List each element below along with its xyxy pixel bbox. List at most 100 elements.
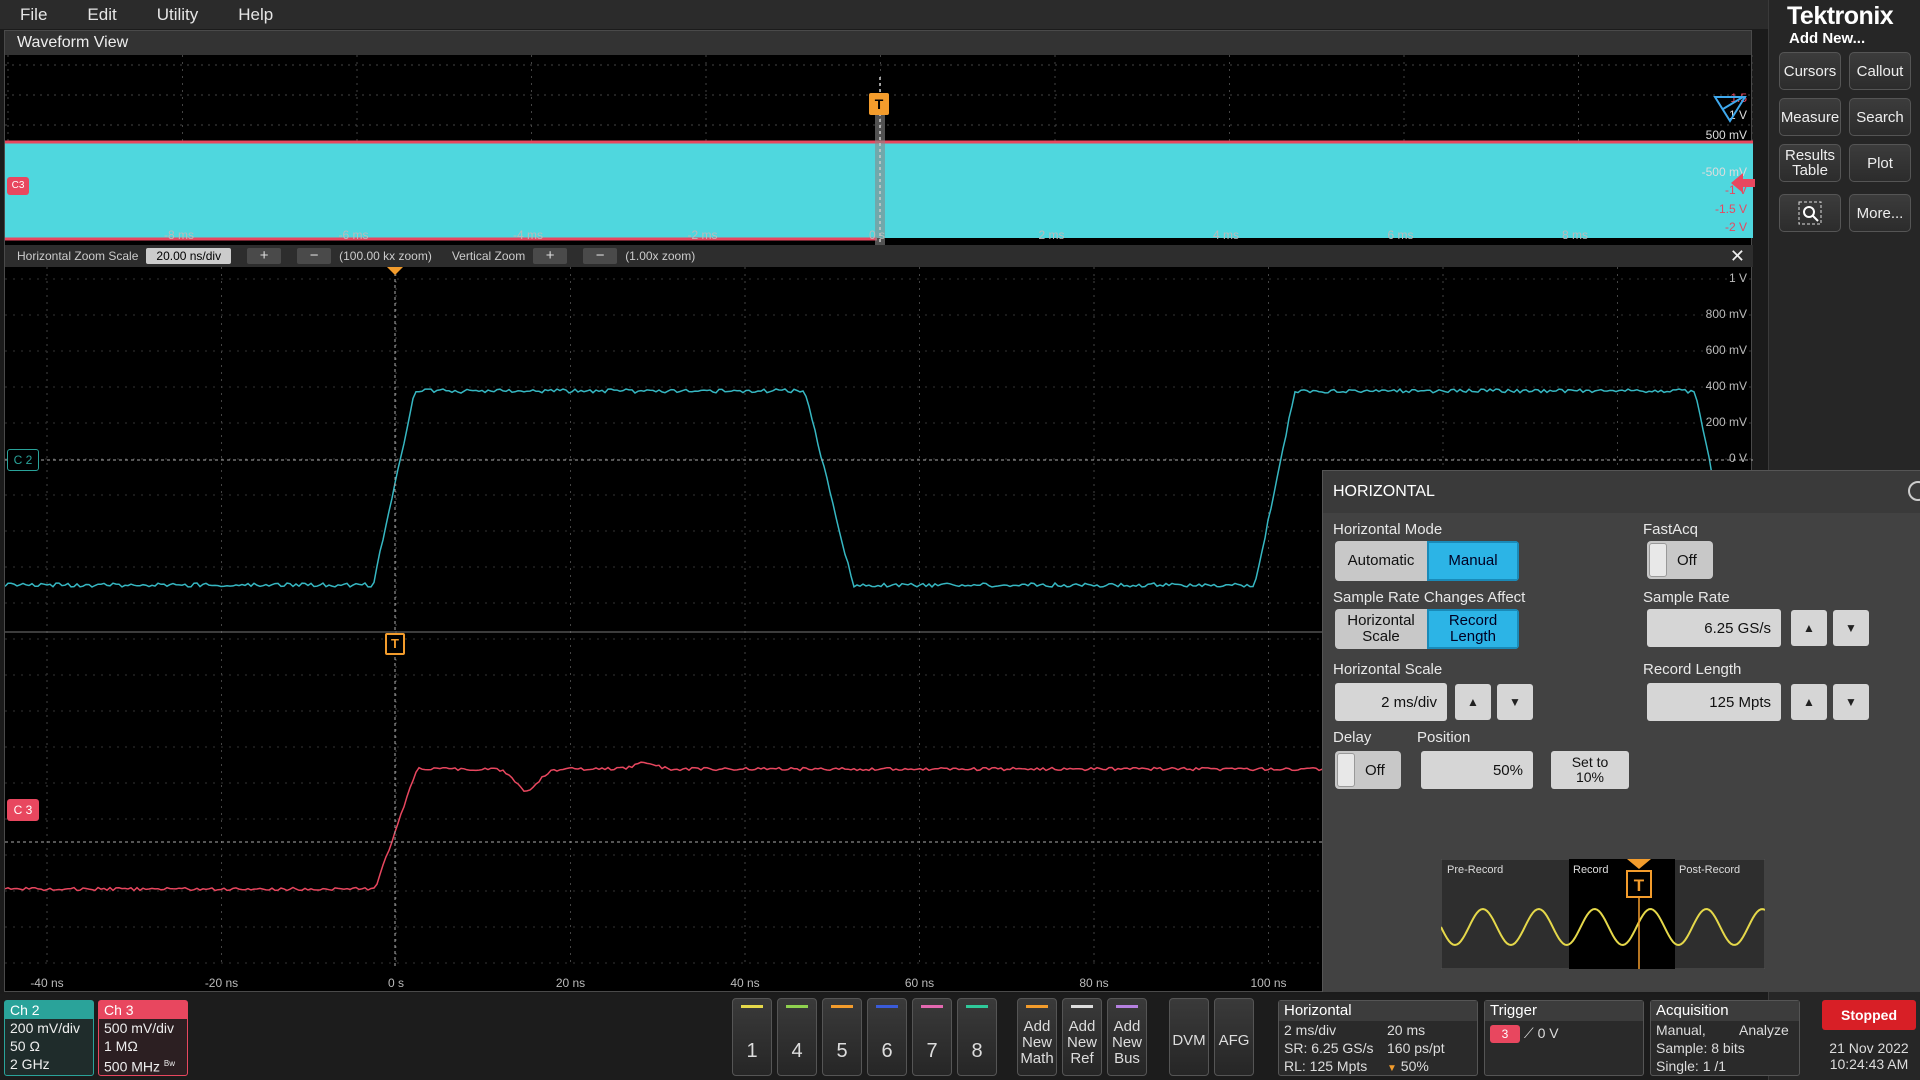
channel-6-label: 6 [881,1040,892,1063]
channel-1-button[interactable]: 1 [732,998,772,1076]
sample-rate-field[interactable]: 6.25 GS/s [1647,609,1781,647]
overview-x-tick: -6 ms [339,228,369,242]
h-zoom-scale-field[interactable]: 20.00 ns/div [146,248,231,264]
overview-zoom-handle-icon[interactable] [1713,95,1747,130]
rising-edge-icon: ⟋ [1524,1025,1534,1041]
sr-affect-record-length-button[interactable]: Record Length [1427,609,1519,649]
overview-ch3-offset-arrow-icon[interactable] [1731,173,1755,198]
horizontal-panel-title: HORIZONTAL [1323,471,1920,513]
measure-button[interactable]: Measure [1779,98,1841,136]
zoom-y-tick: 600 mV [1706,343,1747,357]
horizontal-badge-title: Horizontal [1279,1001,1477,1021]
fastacq-toggle[interactable]: Off [1647,541,1713,579]
trigger-badge[interactable]: Trigger 3 ⟋ 0 V [1484,1000,1644,1076]
add-new-ref-button[interactable]: Add New Ref [1062,998,1102,1076]
ch3-bandwidth: 500 MHz [104,1059,160,1075]
horizontal-badge[interactable]: Horizontal 2 ms/div 20 ms SR: 6.25 GS/s 16… [1278,1000,1478,1076]
acquisition-badge[interactable]: Acquisition Manual, Analyze Sample: 8 bit… [1650,1000,1800,1076]
ch3-scale: 500 mV/div [99,1019,187,1037]
add-new-math-button[interactable]: Add New Math [1017,998,1057,1076]
overview-plot[interactable]: -8 ms -6 ms -4 ms -2 ms 0 s2 ms 4 ms 6 ms 8 ms … [5,55,1753,245]
v-zoom-plus-button[interactable]: + [533,248,567,264]
hscale-down-icon[interactable]: ▼ [1497,684,1533,720]
record-label: Record [1573,864,1608,876]
trigger-pos-icon: ▼ [1387,1063,1397,1074]
channel-5-label: 5 [836,1040,847,1063]
channel-8-button[interactable]: 8 [957,998,997,1076]
mode-label: Horizontal Mode [1333,521,1442,538]
acquisition-mode: Manual, [1656,1022,1706,1038]
ch3-badge[interactable]: Ch 3 500 mV/div 1 MΩ 500 MHz Bw [98,1000,188,1076]
record-length-down-icon[interactable]: ▼ [1833,684,1869,720]
search-button[interactable]: Search [1849,98,1911,136]
close-zoom-icon[interactable]: ✕ [1730,246,1745,267]
channel-7-button[interactable]: 7 [912,998,952,1076]
set-to-10-button[interactable]: Set to 10% [1551,751,1629,789]
afg-button[interactable]: AFG [1214,998,1254,1076]
ch3-title: Ch 3 [99,1001,187,1019]
zoom-y-tick: 400 mV [1706,379,1747,393]
channel-5-button[interactable]: 5 [822,998,862,1076]
sample-rate-down-icon[interactable]: ▼ [1833,610,1869,646]
horizontal-row-2: SR: 6.25 GS/s 160 ps/pt [1279,1039,1477,1057]
dvm-button[interactable]: DVM [1169,998,1209,1076]
menu-help[interactable]: Help [218,5,293,25]
mode-automatic-button[interactable]: Automatic [1335,541,1427,581]
ch3-impedance: 1 MΩ [99,1037,187,1055]
overview-y-tick: 500 mV [1706,128,1747,142]
overview-x-tick: 0 s [869,228,885,242]
horizontal-sample-rate: SR: 6.25 GS/s [1284,1040,1373,1056]
run-stop-status[interactable]: Stopped [1822,1000,1916,1030]
ch2-offset-marker[interactable]: C 2 [7,449,39,471]
cursors-button[interactable]: Cursors [1779,52,1841,90]
h-zoom-minus-button[interactable]: − [297,248,331,264]
record-length-field[interactable]: 125 Mpts [1647,683,1781,721]
more-button[interactable]: More... [1849,194,1911,232]
hscale-up-icon[interactable]: ▲ [1455,684,1491,720]
datetime: 21 Nov 2022 10:24:43 AM [1822,1040,1916,1072]
add-new-label: Add New... [1789,30,1865,47]
zoom-trigger-marker[interactable]: T [385,633,405,655]
trigger-badge-title: Trigger [1485,1001,1643,1021]
record-length-up-icon[interactable]: ▲ [1791,684,1827,720]
overview-x-tick: 4 ms [1213,228,1239,242]
toggle-knob [1337,753,1355,787]
menu-file[interactable]: File [0,5,67,25]
menu-utility[interactable]: Utility [137,5,219,25]
hscale-label: Horizontal Scale [1333,661,1442,678]
sr-affect-hscale-button[interactable]: Horizontal Scale [1335,609,1427,649]
overview-trigger-marker[interactable]: T [869,93,889,115]
zoom-tool-button[interactable] [1779,194,1841,232]
zoom-x-tick: 0 s [388,976,404,990]
h-zoom-label: Horizontal Zoom Scale [17,249,138,263]
hscale-field[interactable]: 2 ms/div [1335,683,1447,721]
overview-y-tick: -2 V [1725,220,1747,234]
overview-y-tick: -1.5 V [1715,202,1747,216]
acquisition-badge-title: Acquisition [1651,1001,1799,1021]
mode-manual-button[interactable]: Manual [1427,541,1519,581]
trigger-level: 0 V [1538,1025,1559,1041]
callout-button[interactable]: Callout [1849,52,1911,90]
sample-rate-up-icon[interactable]: ▲ [1791,610,1827,646]
delay-toggle[interactable]: Off [1335,751,1401,789]
plot-button[interactable]: Plot [1849,144,1911,182]
sample-rate-label: Sample Rate [1643,589,1730,606]
h-zoom-plus-button[interactable]: + [247,248,281,264]
ch3-offset-marker[interactable]: C 3 [7,799,39,821]
channel-4-button[interactable]: 4 [777,998,817,1076]
add-new-bus-button[interactable]: Add New Bus [1107,998,1147,1076]
zoom-y-tick: 200 mV [1706,415,1747,429]
menu-edit[interactable]: Edit [67,5,136,25]
fastacq-value: Off [1677,552,1697,569]
add-math-label: Add New Math [1020,1018,1053,1067]
pre-record-label: Pre-Record [1447,864,1503,876]
position-field[interactable]: 50% [1421,751,1533,789]
ch2-badge[interactable]: Ch 2 200 mV/div 50 Ω 2 GHz [4,1000,94,1076]
overview-ch3-marker[interactable]: C3 [7,177,29,195]
channel-6-button[interactable]: 6 [867,998,907,1076]
ch2-impedance: 50 Ω [5,1037,93,1055]
results-table-button[interactable]: Results Table [1779,144,1841,182]
date: 21 Nov 2022 [1822,1040,1916,1056]
channel-4-label: 4 [791,1040,802,1063]
v-zoom-minus-button[interactable]: − [583,248,617,264]
